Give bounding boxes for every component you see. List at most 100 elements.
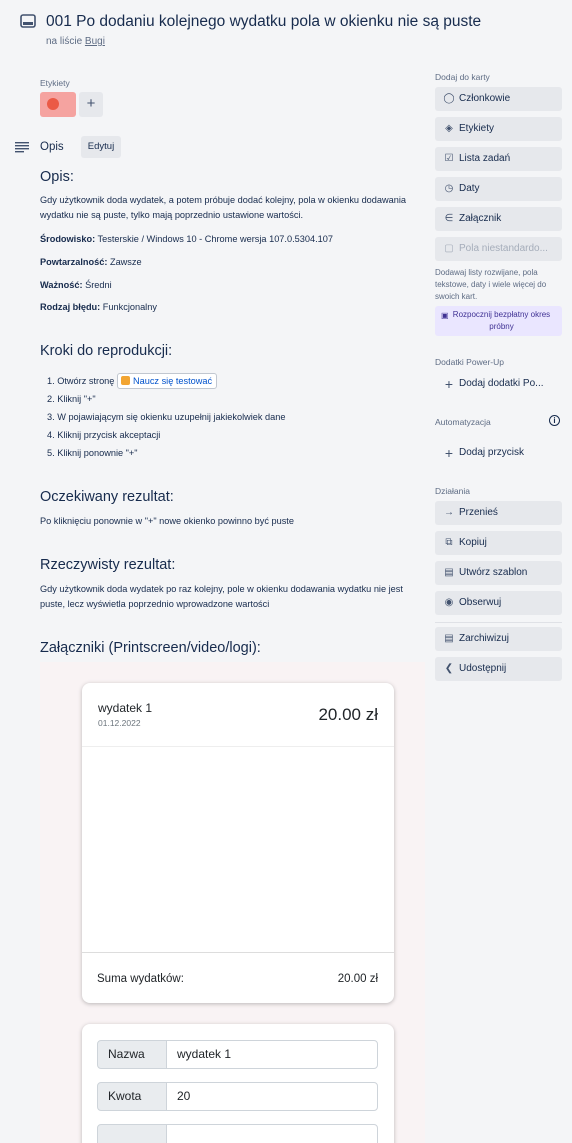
copy-icon: ⧉: [445, 537, 453, 548]
step-1-link[interactable]: Naucz się testować: [116, 373, 218, 389]
add-label-button[interactable]: +: [79, 92, 103, 117]
archive-button[interactable]: ▤ Zarchiwizuj: [435, 627, 562, 651]
step-1-link-label: Naucz się testować: [132, 376, 213, 386]
add-button-label: Dodaj przycisk: [459, 447, 525, 458]
expense-form-card: Nazwa wydatek 1 Kwota 20: [82, 1024, 394, 1143]
labels-label: Etykiety: [459, 123, 495, 134]
attachment-label: Załącznik: [459, 213, 502, 224]
plus-icon: +: [444, 376, 454, 392]
custom-fields-label: Pola niestandardo...: [459, 243, 548, 254]
copy-label: Kopiuj: [459, 537, 487, 548]
share-icon: ❮: [444, 663, 454, 674]
third-field-label: [97, 1124, 167, 1143]
priority-label: Ważność:: [40, 280, 83, 290]
card-title[interactable]: 001 Po dodaniu kolejnego wydatku pola w …: [46, 13, 481, 31]
type-label: Rodzaj błędu:: [40, 302, 101, 312]
clock-icon: ◷: [444, 183, 454, 194]
step-5: 5. Kliknij ponownie "+": [47, 448, 138, 458]
checklist-label: Lista zadań: [459, 153, 511, 164]
sum-value: 20.00 zł: [337, 973, 378, 985]
custom-fields-note: Dodawaj listy rozwijane, pola tekstowe, …: [435, 268, 547, 301]
archive-label: Zarchiwizuj: [459, 633, 510, 644]
attachments-title: Załączniki (Printscreen/video/logi):: [40, 640, 261, 656]
folder-icon: ▢: [444, 243, 454, 254]
env-label: Środowisko:: [40, 234, 96, 244]
description-heading: Opis: [40, 141, 64, 153]
automation-heading: Automatyzacja: [435, 417, 491, 427]
repeatability-line: Powtarzalność: Zawsze: [40, 255, 425, 270]
checklist-icon: ☑: [444, 153, 454, 164]
add-powerups-label: Dodaj dodatki Po...: [459, 378, 544, 389]
website-icon: [120, 376, 130, 385]
members-button[interactable]: ◯ Członkowie: [435, 87, 562, 111]
eye-icon: ◉: [444, 597, 454, 608]
share-button[interactable]: ❮ Udostępnij: [435, 657, 562, 681]
custom-fields-button[interactable]: ▢ Pola niestandardo...: [435, 237, 562, 261]
sidebar-divider: [435, 622, 562, 623]
actual-text: Gdy użytkownik doda wydatek po raz kolej…: [40, 584, 403, 609]
name-field-label: Nazwa: [97, 1040, 167, 1069]
label-red[interactable]: [40, 92, 76, 117]
tag-icon: ◈: [445, 123, 453, 134]
expected-text: Po kliknięciu ponownie w "+" nowe okienk…: [40, 516, 294, 526]
person-icon: ◯: [443, 93, 455, 104]
type-value: Funkcjonalny: [102, 302, 157, 312]
opis-text: Gdy użytkownik doda wydatek, a potem pró…: [40, 195, 407, 220]
expense-name: wydatek 1: [98, 701, 153, 715]
add-to-card-heading: Dodaj do karty: [435, 72, 490, 82]
copy-button[interactable]: ⧉ Kopiuj: [435, 531, 562, 555]
watch-label: Obserwuj: [459, 597, 502, 608]
repeat-value: Zawsze: [109, 257, 142, 267]
steps-title: Kroki do reprodukcji:: [40, 343, 173, 359]
attachment-button[interactable]: ∈ Załącznik: [435, 207, 562, 231]
watch-button[interactable]: ◉ Obserwuj: [435, 591, 562, 615]
make-template-label: Utwórz szablon: [459, 567, 528, 578]
step-4: 4. Kliknij przycisk akceptacji: [47, 430, 161, 440]
priority-value: Średni: [85, 280, 112, 290]
expense-date: 01.12.2022: [98, 718, 141, 728]
bug-type-line: Rodzaj błędu: Funkcjonalny: [40, 300, 425, 315]
amount-field-label: Kwota: [97, 1082, 167, 1111]
arrow-right-icon: →: [444, 507, 454, 518]
move-label: Przenieś: [459, 507, 498, 518]
environment-line: Środowisko: Testerskie / Windows 10 - Ch…: [40, 232, 425, 247]
step-1: 1. Otwórz stronę Naucz się testować: [47, 372, 286, 390]
dates-label: Daty: [459, 183, 480, 194]
step-1-text: 1. Otwórz stronę: [47, 376, 115, 386]
dates-button[interactable]: ◷ Daty: [435, 177, 562, 201]
gift-icon: ▣: [441, 311, 449, 320]
amount-field[interactable]: 20: [166, 1082, 378, 1111]
add-button-button[interactable]: + Dodaj przycisk: [435, 441, 562, 465]
start-trial-button[interactable]: ▣ Rozpocznij bezpłatny okres próbny: [435, 306, 562, 336]
sum-label: Suma wydatków:: [97, 973, 184, 985]
divider: [82, 746, 394, 747]
members-label: Członkowie: [459, 93, 511, 104]
labels-button[interactable]: ◈ Etykiety: [435, 117, 562, 141]
share-label: Udostępnij: [459, 663, 507, 674]
step-3: 3. W pojawiającym się okienku uzupełnij …: [47, 412, 286, 422]
expense-amount: 20.00 zł: [318, 705, 378, 724]
label-dot: [47, 98, 59, 110]
expected-title: Oczekiwany rezultat:: [40, 489, 174, 505]
card-icon: [20, 14, 36, 28]
card-list-info: na liście Bugi: [46, 36, 105, 47]
actual-title: Rzeczywisty rezultat:: [40, 557, 176, 573]
powerups-heading: Dodatki Power-Up: [435, 357, 504, 367]
paperclip-icon: ∈: [444, 213, 454, 224]
edit-description-button[interactable]: Edytuj: [81, 136, 121, 158]
in-list-prefix: na liście: [46, 36, 83, 47]
list-link[interactable]: Bugi: [85, 36, 105, 47]
template-icon: ▤: [444, 567, 454, 578]
name-field[interactable]: wydatek 1: [166, 1040, 378, 1069]
steps-list: 1. Otwórz stronę Naucz się testować 2. K…: [47, 372, 286, 462]
description-icon: [15, 142, 29, 153]
move-button[interactable]: → Przenieś: [435, 501, 562, 525]
info-icon[interactable]: i: [549, 415, 560, 426]
add-powerups-button[interactable]: + Dodaj dodatki Po...: [435, 372, 562, 396]
actions-heading: Działania: [435, 486, 470, 496]
checklist-button[interactable]: ☑ Lista zadań: [435, 147, 562, 171]
trial-label: Rozpocznij bezpłatny okres próbny: [452, 310, 551, 331]
third-field[interactable]: [166, 1124, 378, 1143]
repeat-label: Powtarzalność:: [40, 257, 108, 267]
make-template-button[interactable]: ▤ Utwórz szablon: [435, 561, 562, 585]
